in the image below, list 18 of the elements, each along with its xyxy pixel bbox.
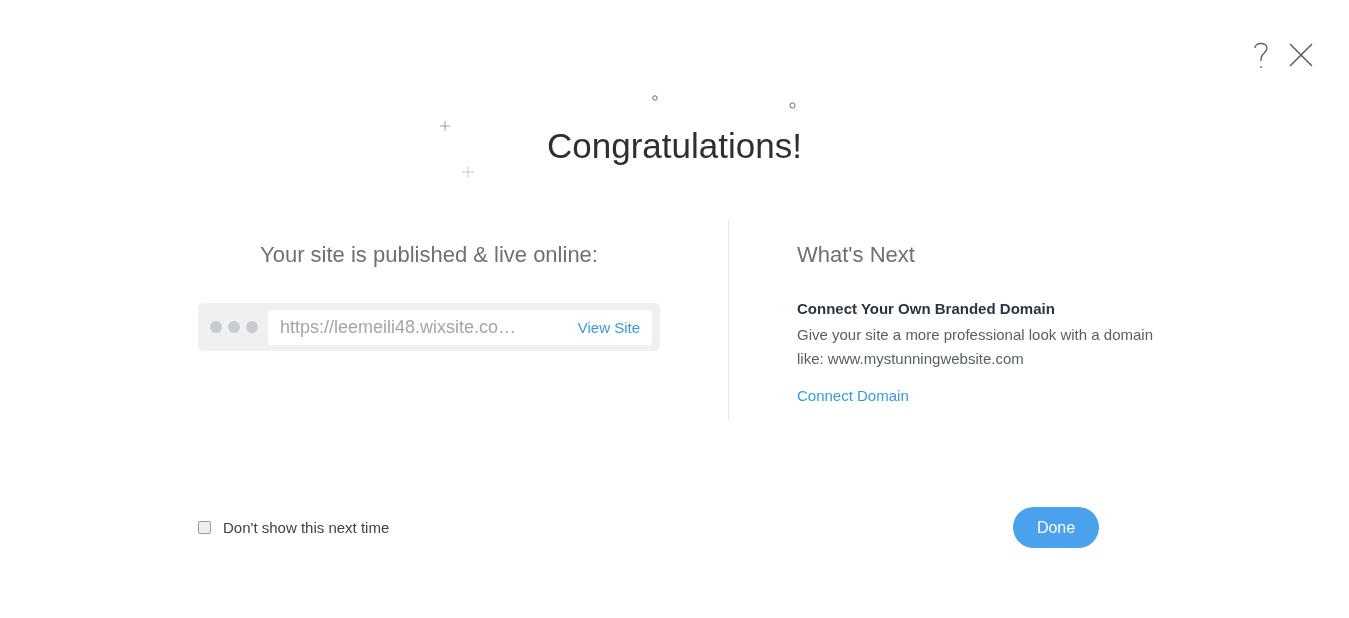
item-description: Give your site a more professional look with a domain like: www.mystunningwebsite.com — [797, 325, 1154, 369]
dialog-title: Congratulations! — [546, 125, 803, 167]
done-button[interactable]: Done — [1013, 507, 1099, 548]
connect-domain-link[interactable]: Connect Domain — [797, 387, 1177, 404]
checkbox[interactable] — [198, 521, 211, 534]
sparkle-icon — [439, 121, 450, 131]
help-icon[interactable] — [1253, 41, 1269, 69]
site-url: https://leemeili48.wixsite.co… — [280, 316, 517, 338]
section-heading: Your site is published & live online: — [260, 241, 598, 268]
section-heading: What's Next — [797, 241, 916, 268]
dots-icon — [210, 321, 258, 333]
circle-icon — [651, 95, 658, 101]
item-title: Connect Your Own Branded Domain — [797, 300, 1056, 317]
circle-icon — [788, 102, 796, 109]
view-site-link[interactable]: View Site — [577, 318, 640, 336]
close-icon[interactable] — [1289, 43, 1313, 67]
sparkle-icon — [461, 166, 474, 178]
checkbox-label: Don't show this next time — [223, 519, 390, 536]
